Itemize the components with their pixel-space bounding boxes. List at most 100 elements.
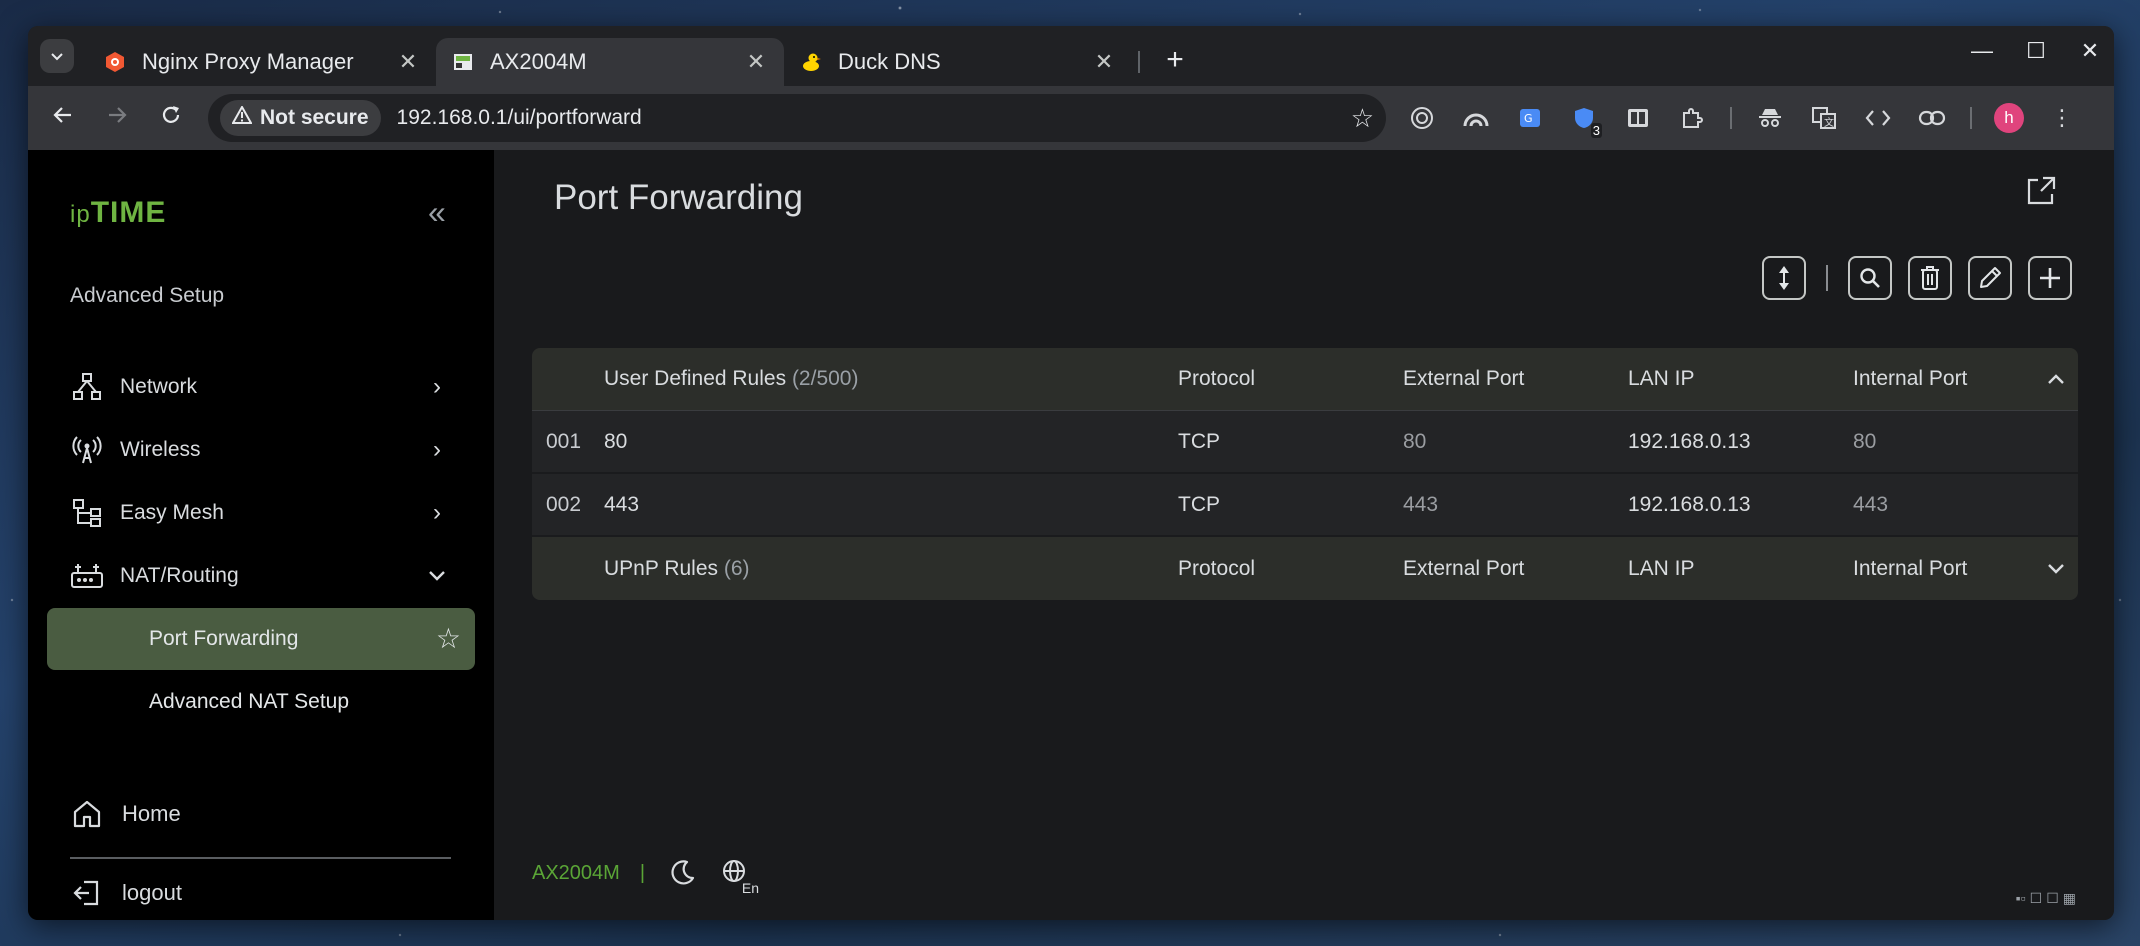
rule-lan-ip: 192.168.0.13 <box>1628 492 1751 516</box>
puzzle-extensions-icon[interactable] <box>1676 102 1708 134</box>
reader-ext-icon[interactable] <box>1622 102 1654 134</box>
rule-internal-port: 80 <box>1853 429 1877 453</box>
language-badge: En <box>741 880 760 896</box>
sidebar-subitem-advanced-nat[interactable]: Advanced NAT Setup <box>47 671 475 733</box>
link-icon[interactable] <box>1916 102 1948 134</box>
column-header-internal-port: Internal Port <box>1853 556 1968 580</box>
table-row[interactable]: 002 443 TCP 443 192.168.0.13 443 <box>532 474 2078 537</box>
tab-ax2004m[interactable]: AX2004M ✕ <box>436 38 784 86</box>
security-chip[interactable]: Not secure <box>220 100 381 136</box>
collapse-sidebar-icon[interactable]: « <box>428 194 446 231</box>
chevron-right-icon: › <box>433 373 441 400</box>
edit-button[interactable] <box>1968 256 2012 300</box>
dark-mode-moon-icon[interactable] <box>665 856 699 890</box>
layout-grid-icon[interactable]: ▦ <box>2063 890 2076 907</box>
tab-search-button[interactable] <box>40 39 74 73</box>
close-tab-icon[interactable]: ✕ <box>396 49 420 75</box>
reload-icon <box>162 105 180 123</box>
page-translate-icon[interactable]: 文 <box>1808 102 1840 134</box>
upnp-rules-count: (6) <box>723 556 750 580</box>
url-text[interactable]: 192.168.0.1/ui/portforward <box>397 106 1351 130</box>
column-header-lan-ip: LAN IP <box>1628 556 1695 580</box>
tab-separator <box>1138 51 1140 73</box>
chevron-down-icon[interactable] <box>2033 556 2078 582</box>
back-button[interactable] <box>36 103 90 134</box>
layout-double-icon[interactable]: ☐ <box>2046 890 2059 907</box>
column-header-protocol: Protocol <box>1178 367 1256 390</box>
profile-avatar[interactable]: h <box>1994 103 2024 133</box>
warning-triangle-icon <box>231 104 253 130</box>
chevron-right-icon: › <box>433 499 441 526</box>
tab-title: AX2004M <box>490 49 587 74</box>
translate-ext-icon[interactable]: G <box>1514 102 1546 134</box>
delete-button[interactable] <box>1908 256 1952 300</box>
share-export-icon[interactable] <box>2024 174 2060 210</box>
maximize-icon[interactable]: ☐ <box>2022 38 2050 64</box>
sidebar-item-label: NAT/Routing <box>120 564 239 587</box>
minimize-icon[interactable]: — <box>1968 38 1996 64</box>
layout-compact-icon[interactable]: ▪▫ <box>2016 890 2026 907</box>
home-link[interactable]: Home <box>70 797 181 831</box>
kebab-menu-icon[interactable]: ⋮ <box>2046 102 2078 134</box>
pencil-icon <box>1980 267 2001 288</box>
model-name: AX2004M <box>532 861 620 884</box>
chevron-up-icon[interactable] <box>2033 366 2078 392</box>
search-button[interactable] <box>1848 256 1892 300</box>
main-content: Port Forwarding User Defined Rules (2/50… <box>494 150 2114 920</box>
address-bar[interactable]: Not secure 192.168.0.1/ui/portforward ☆ <box>208 94 1386 142</box>
forward-button[interactable] <box>90 103 144 134</box>
upnp-rules-header[interactable]: UPnP Rules (6) Protocol External Port LA… <box>532 537 2078 600</box>
router-icon <box>70 559 104 593</box>
bookmark-star-icon[interactable]: ☆ <box>1351 103 1374 134</box>
sidebar-item-network[interactable]: Network › <box>70 364 480 410</box>
close-tab-icon[interactable]: ✕ <box>744 49 768 75</box>
close-window-icon[interactable]: ✕ <box>2076 38 2104 64</box>
tab-duck-dns[interactable]: Duck DNS ✕ <box>784 38 1132 86</box>
footer-separator: | <box>639 861 646 884</box>
reload-button[interactable] <box>144 103 198 134</box>
user-rules-header[interactable]: User Defined Rules (2/500) Protocol Exte… <box>532 348 2078 411</box>
nginx-hex-icon <box>104 51 126 73</box>
column-header-external-port: External Port <box>1403 556 1525 580</box>
incognito-ext-icon[interactable] <box>1754 102 1786 134</box>
sidebar-divider <box>70 857 451 859</box>
port-forward-table: User Defined Rules (2/500) Protocol Exte… <box>532 348 2078 600</box>
layout-single-icon[interactable]: ☐ <box>2030 890 2043 907</box>
iptime-logo[interactable]: ipTIME <box>70 196 166 230</box>
upnp-rules-title-text: UPnP Rules <box>604 556 719 580</box>
sidebar-item-label: Wireless <box>120 438 201 461</box>
logo-main: TIME <box>90 196 167 229</box>
target-ext-icon[interactable] <box>1406 102 1438 134</box>
arc-ext-icon[interactable] <box>1460 102 1492 134</box>
language-globe-icon[interactable]: En <box>719 856 760 896</box>
chevron-down-icon <box>422 562 452 590</box>
rule-protocol: TCP <box>1178 492 1220 516</box>
column-header-lan-ip: LAN IP <box>1628 367 1695 390</box>
badge-ext-icon[interactable]: 3 <box>1568 102 1602 138</box>
favorite-star-icon[interactable]: ☆ <box>436 622 461 655</box>
home-icon <box>70 797 104 831</box>
user-rules-title: User Defined Rules (2/500) <box>604 367 1178 391</box>
logout-link[interactable]: logout <box>70 876 182 910</box>
sidebar-item-wireless[interactable]: Wireless › <box>70 427 480 473</box>
tab-nginx-proxy-manager[interactable]: Nginx Proxy Manager ✕ <box>88 38 436 86</box>
arrow-right-icon <box>109 106 127 123</box>
code-icon[interactable] <box>1862 102 1894 134</box>
iptime-icon <box>452 51 474 73</box>
page-title: Port Forwarding <box>554 178 803 217</box>
close-tab-icon[interactable]: ✕ <box>1092 49 1116 75</box>
sort-button[interactable] <box>1762 256 1806 300</box>
sidebar-subitem-port-forwarding[interactable]: Port Forwarding ☆ <box>47 608 475 670</box>
new-tab-button[interactable]: + <box>1158 43 1192 77</box>
sidebar-item-nat-routing[interactable]: NAT/Routing <box>70 553 480 599</box>
sidebar-item-easy-mesh[interactable]: Easy Mesh › <box>70 490 480 536</box>
logout-label: logout <box>122 880 182 905</box>
tab-title: Duck DNS <box>838 49 941 74</box>
tab-title: Nginx Proxy Manager <box>142 49 354 74</box>
extension-badge: 3 <box>1590 123 1602 138</box>
sidebar-item-label: Easy Mesh <box>120 501 224 524</box>
window-controls: — ☐ ✕ <box>1968 38 2104 64</box>
add-rule-button[interactable] <box>2028 256 2072 300</box>
rule-external-port: 443 <box>1403 492 1439 516</box>
table-row[interactable]: 001 80 TCP 80 192.168.0.13 80 <box>532 411 2078 474</box>
